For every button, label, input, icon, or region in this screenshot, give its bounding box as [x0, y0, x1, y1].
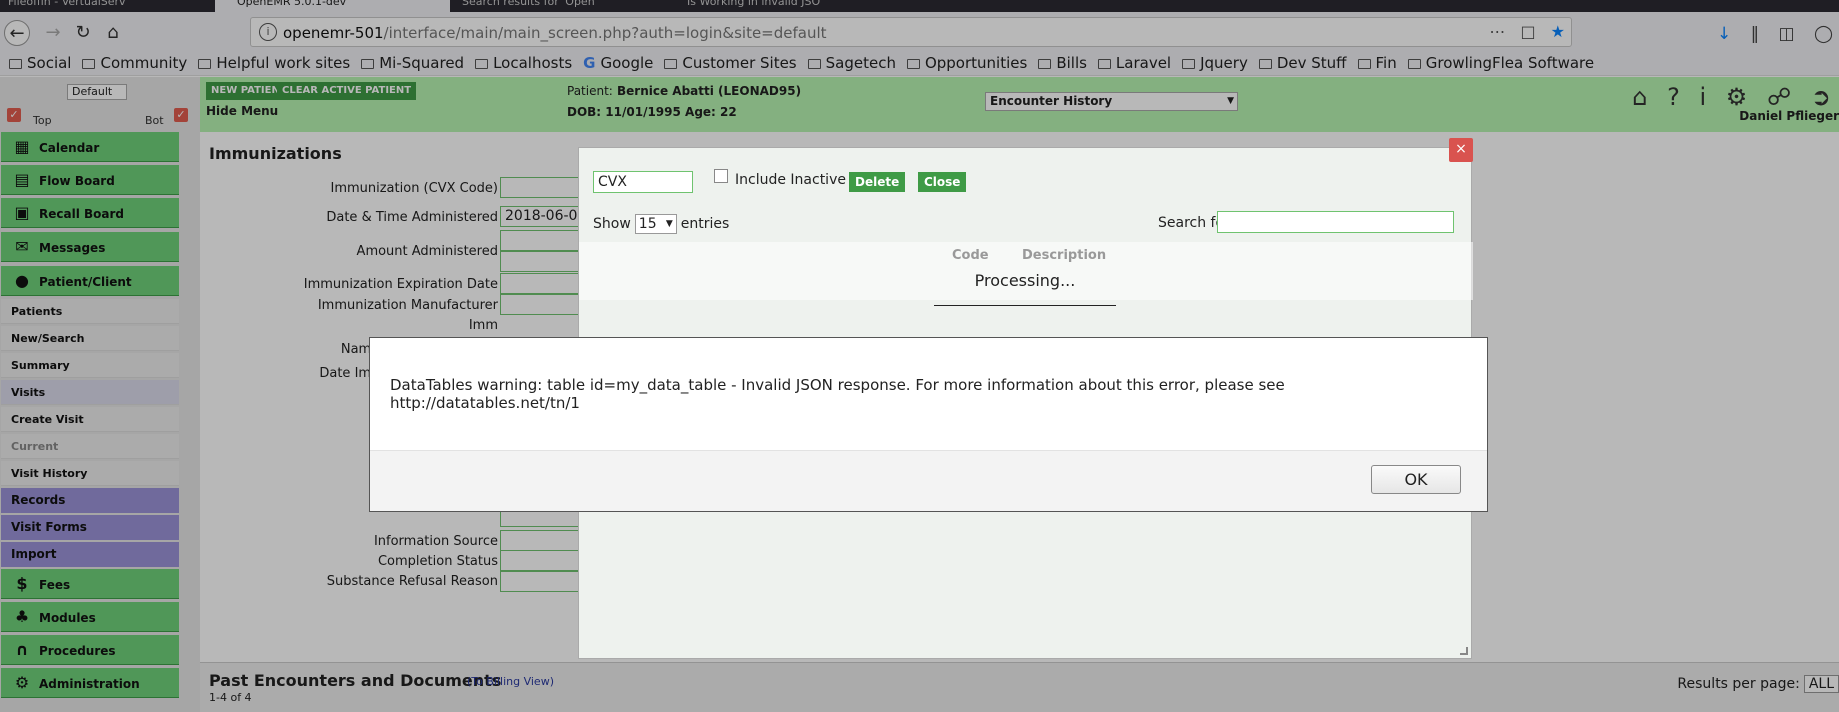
alert-message: DataTables warning: table id=my_data_tab… [390, 376, 1285, 412]
alert-dialog: DataTables warning: table id=my_data_tab… [369, 337, 1488, 512]
page-length-control: Show 15 ▼ entries [593, 214, 730, 234]
ok-button[interactable]: OK [1371, 465, 1461, 494]
page-length-select[interactable]: 15 ▼ [634, 214, 677, 234]
divider [934, 305, 1116, 306]
processing-indicator: Processing... [974, 271, 1076, 290]
search-input[interactable] [1217, 211, 1454, 233]
code-type-input[interactable]: CVX [593, 171, 693, 193]
delete-button[interactable]: Delete [849, 172, 906, 192]
include-inactive-label: Include Inactive [735, 172, 846, 188]
alert-footer: OK [370, 450, 1487, 511]
include-inactive-checkbox[interactable] [714, 169, 728, 183]
resize-handle-icon[interactable] [1460, 647, 1468, 655]
close-button[interactable]: Close [918, 172, 967, 192]
chevron-down-icon: ▼ [665, 219, 673, 229]
close-icon[interactable]: × [1449, 138, 1473, 162]
